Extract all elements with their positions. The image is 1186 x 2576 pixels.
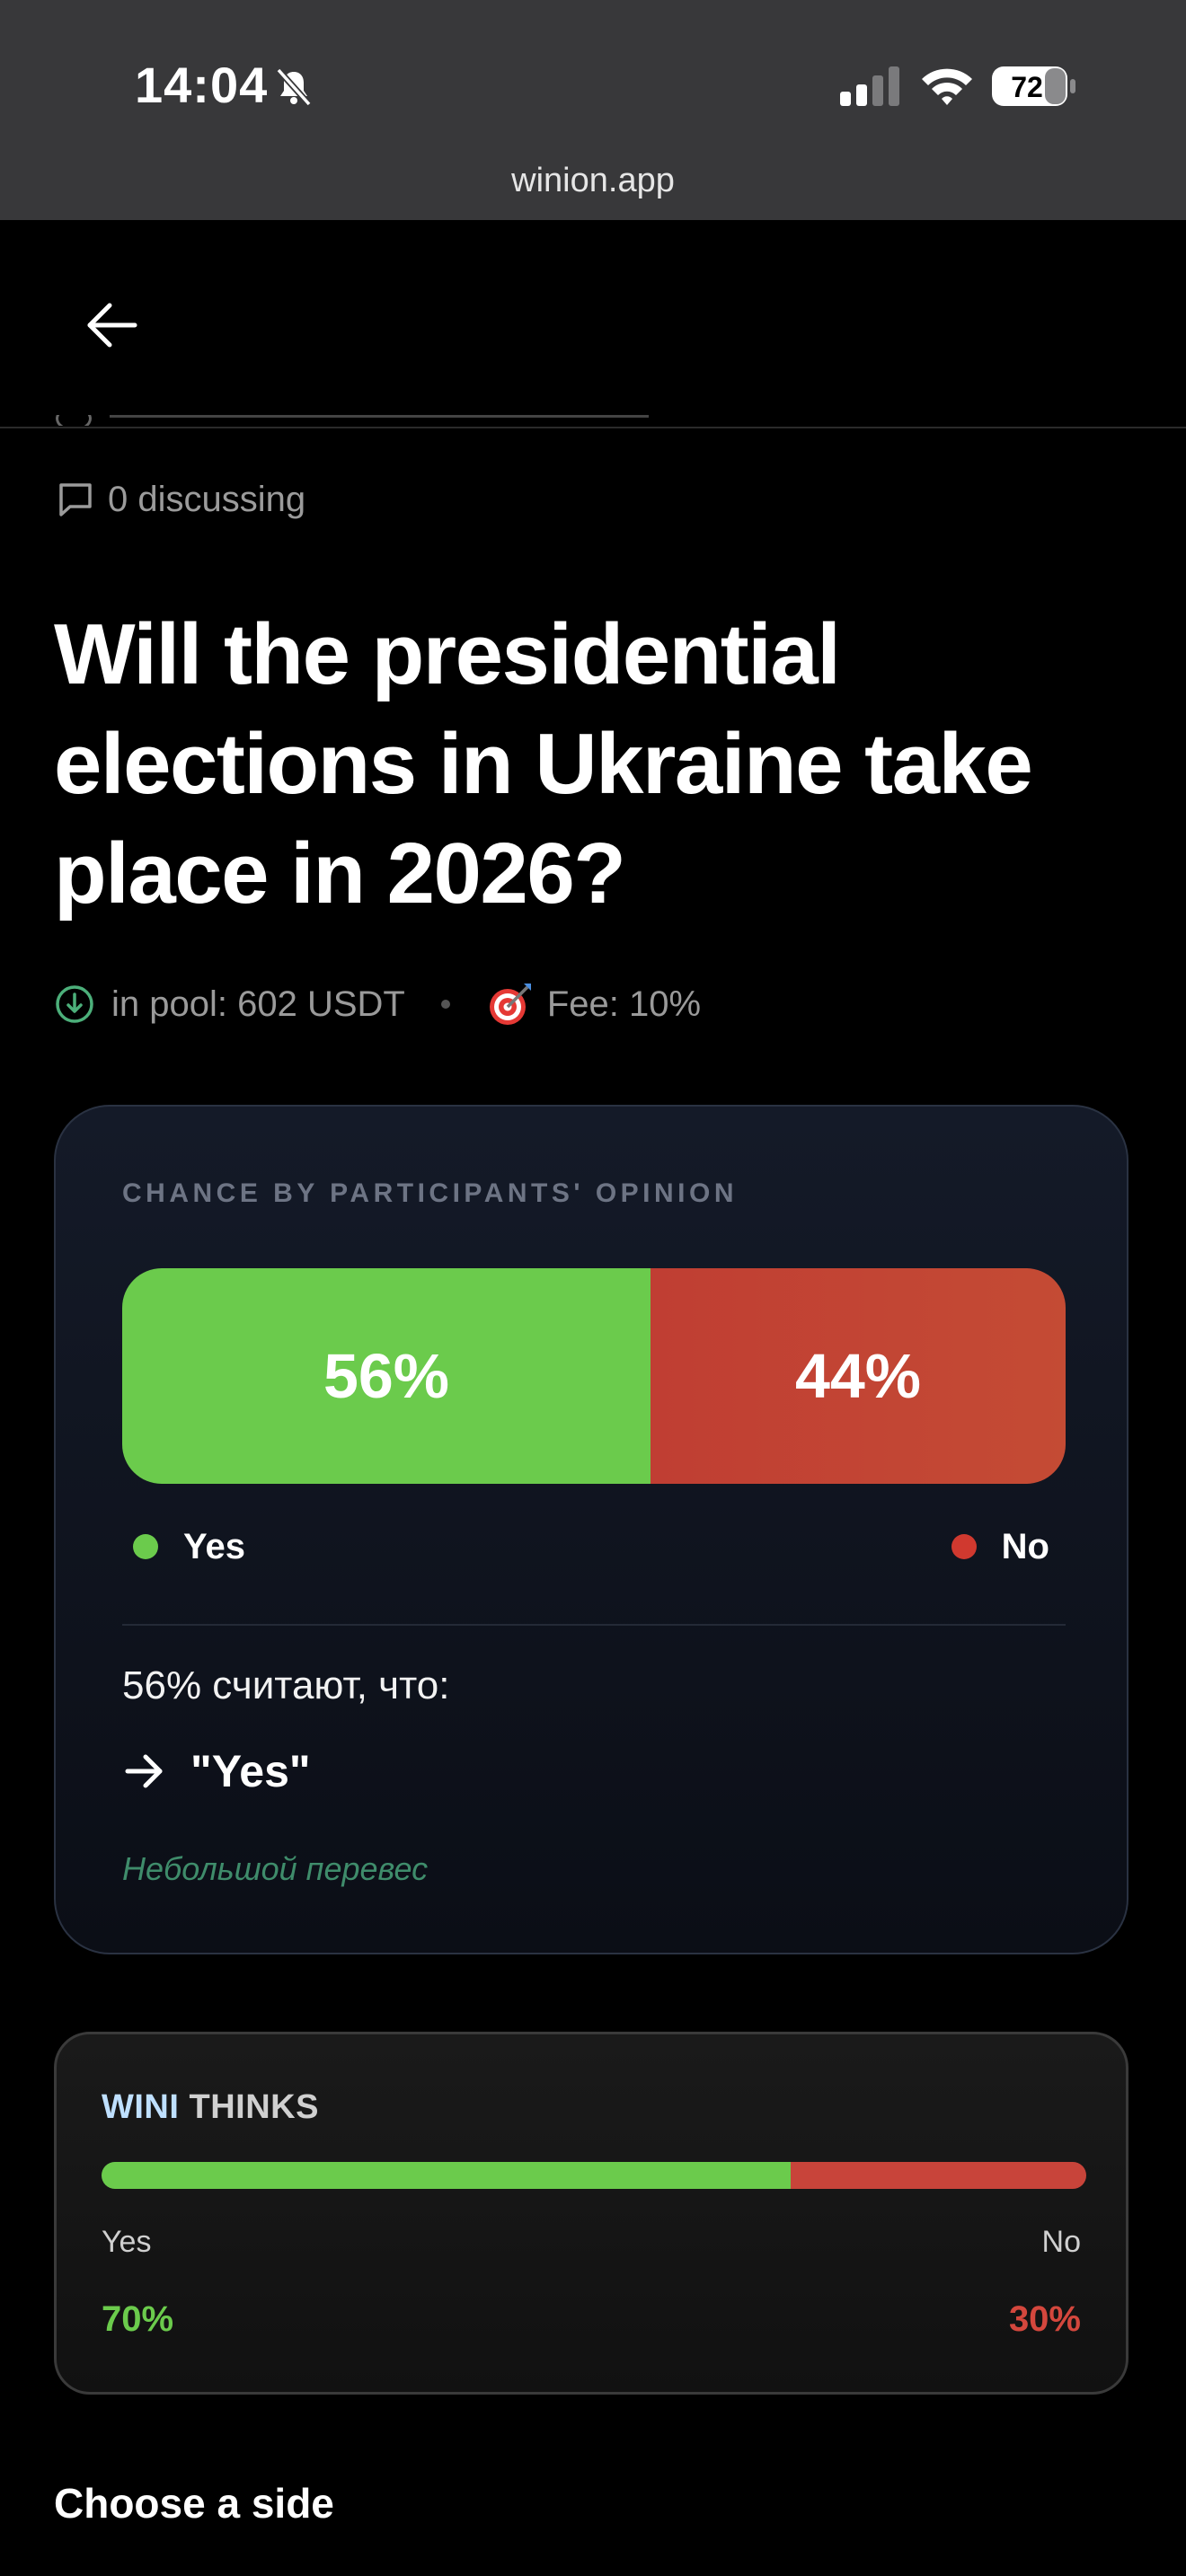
wifi-icon bbox=[922, 68, 972, 105]
opinion-yes-percent: 56% bbox=[323, 1341, 450, 1411]
wini-title-rest: THINKS bbox=[179, 2088, 319, 2126]
wini-yes-label: Yes bbox=[102, 2225, 152, 2259]
choose-side-heading: Choose a side bbox=[54, 2480, 334, 2527]
fee-text: Fee: 10% bbox=[546, 984, 702, 1024]
pool-amount: in pool: 602 USDT bbox=[111, 984, 405, 1024]
wini-title-accent: WINI bbox=[102, 2088, 180, 2126]
wini-thinks-card: WINI THINKS Yes No 70% 30% bbox=[54, 2032, 1128, 2395]
wini-yes-percent: 70% bbox=[102, 2299, 174, 2339]
wini-progress-bar bbox=[102, 2162, 1086, 2189]
discussion-count-text: 0 discussing bbox=[108, 479, 306, 519]
divider bbox=[122, 1624, 1066, 1626]
legend-yes: Yes bbox=[133, 1520, 245, 1574]
meta-separator bbox=[440, 1000, 450, 1009]
participants-opinion-card: CHANCE BY PARTICIPANTS' OPINION 56% 44% … bbox=[54, 1105, 1128, 1954]
browser-top-bar: 14:04 72 winion.app bbox=[0, 0, 1186, 220]
url-text[interactable]: winion.app bbox=[0, 162, 1186, 200]
arrow-right-icon bbox=[125, 1754, 163, 1788]
wini-no-fill bbox=[791, 2162, 1086, 2189]
opinion-split-bar: 56% 44% bbox=[122, 1268, 1066, 1484]
back-arrow-icon[interactable] bbox=[81, 294, 144, 357]
bell-muted-icon bbox=[276, 67, 312, 107]
battery-icon: 72 bbox=[992, 66, 1075, 106]
no-dot bbox=[951, 1534, 977, 1559]
wini-title: WINI THINKS bbox=[102, 2088, 319, 2127]
cell-signal-icon bbox=[840, 66, 899, 106]
opinion-no-segment: 44% bbox=[651, 1268, 1066, 1484]
battery-level: 72 bbox=[1011, 71, 1043, 103]
opinion-label: CHANCE BY PARTICIPANTS' OPINION bbox=[122, 1178, 739, 1208]
opinion-yes-segment: 56% bbox=[122, 1268, 651, 1484]
opinion-verdict: "Yes" bbox=[122, 1744, 311, 1798]
yes-dot bbox=[133, 1534, 158, 1559]
comment-icon bbox=[59, 483, 92, 516]
legend-yes-label: Yes bbox=[183, 1526, 245, 1566]
opinion-no-percent: 44% bbox=[794, 1341, 922, 1411]
wini-yes-fill bbox=[102, 2162, 792, 2189]
market-meta: in pool: 602 USDT Fee: 10% bbox=[54, 979, 701, 1029]
nav-bar bbox=[0, 220, 1186, 428]
wini-no-label: No bbox=[1041, 2225, 1081, 2259]
opinion-note: Небольшой перевес bbox=[122, 1850, 429, 1887]
legend-no-label: No bbox=[1001, 1526, 1049, 1566]
scrolled-content-edge bbox=[56, 415, 774, 426]
wini-no-percent: 30% bbox=[1008, 2299, 1081, 2339]
pool-download-icon bbox=[56, 985, 93, 1023]
discussion-count[interactable]: 0 discussing bbox=[56, 476, 305, 523]
verdict-text: "Yes" bbox=[190, 1746, 311, 1796]
opinion-summary: 56% считают, что: bbox=[122, 1663, 450, 1707]
target-icon bbox=[489, 984, 531, 1025]
market-title: Will the presidential elections in Ukrai… bbox=[54, 606, 1033, 922]
legend-no: No bbox=[951, 1520, 1049, 1574]
status-time: 14:04 bbox=[135, 57, 269, 113]
